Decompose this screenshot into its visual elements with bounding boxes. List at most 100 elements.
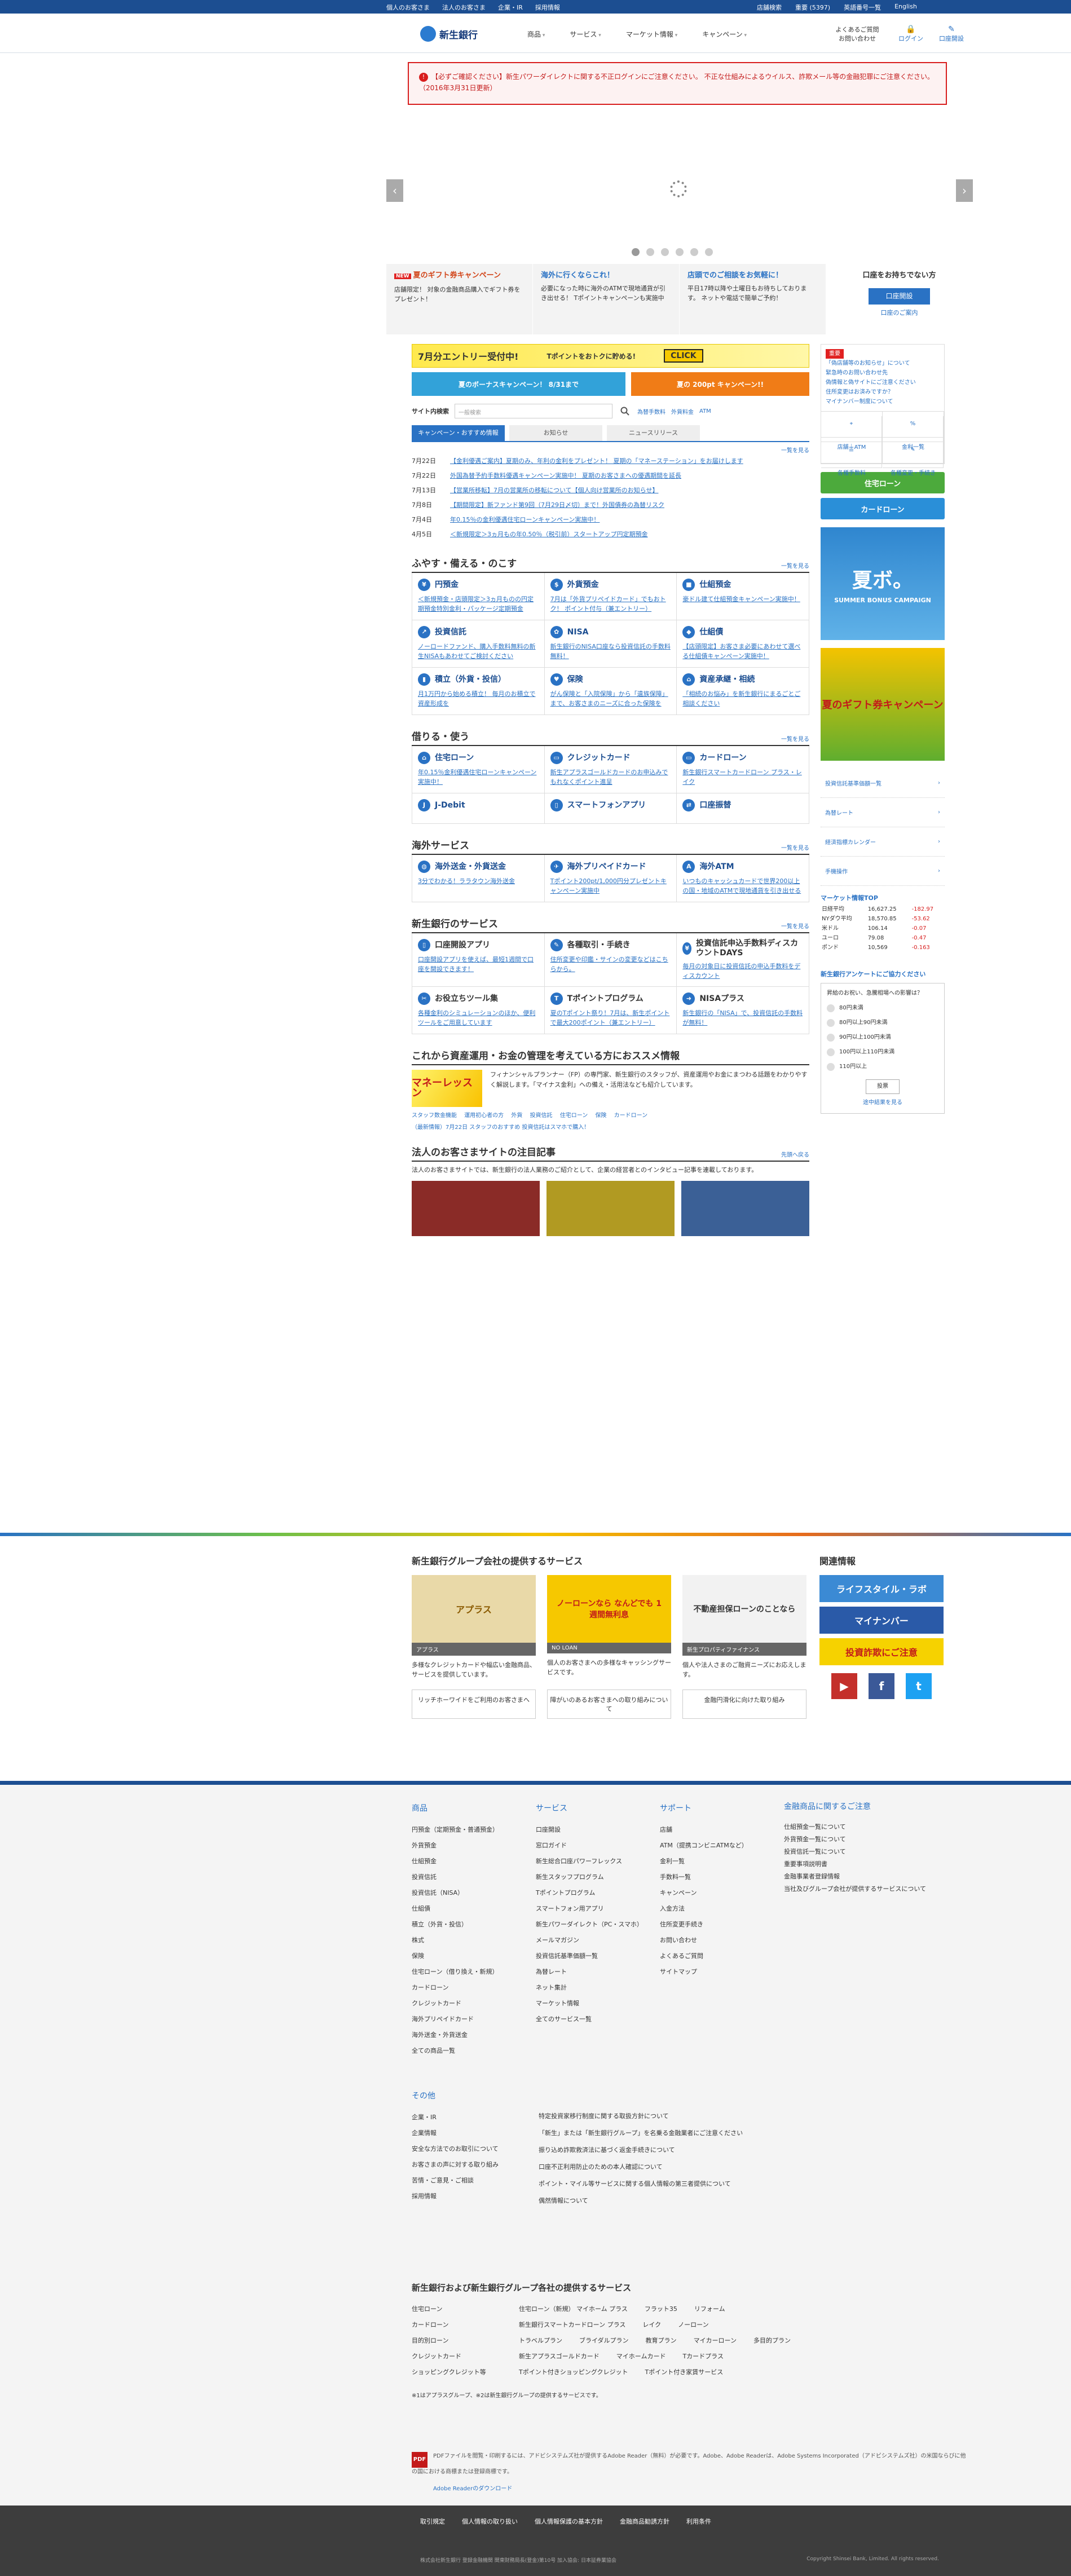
side-link[interactable]: 投資信託基準価額一覧 › [821, 769, 945, 798]
footer-link[interactable]: Tカードプラス [682, 2349, 724, 2365]
footer-link[interactable]: 当社及びグループ会社が提供するサービスについて [784, 1883, 953, 1895]
footer-link[interactable]: フラット35 [645, 2301, 677, 2317]
product-card[interactable]: $ 外貨預金 7月は「外貨プリペイドカード」でもおトク！ ポイント付与（兼エントリー… [544, 573, 677, 620]
recommend-link[interactable]: 外貨 [511, 1113, 522, 1119]
news-item[interactable]: 7月4日 年0.15％の金利優遇住宅ローンキャンペーン実施中！ [412, 513, 809, 527]
summer-point-banner[interactable]: 夏の 200pt キャンペーン!! [631, 372, 809, 396]
fraud-banner[interactable]: 投資詐欺にご注意 [819, 1638, 944, 1665]
carousel-dot[interactable] [690, 248, 698, 256]
footer-link[interactable]: 仕組債 [412, 1901, 536, 1917]
link-ir[interactable]: 企業・IR [498, 3, 523, 12]
footer-link[interactable]: 手数料一覧 [660, 1869, 784, 1885]
side-link[interactable]: 手機操作 › [821, 857, 945, 886]
article-photo[interactable] [681, 1181, 809, 1236]
bottom-link[interactable]: 個人情報保護の基本方針 [535, 2517, 603, 2526]
service-card[interactable]: ▯ 口座開設アプリ 口座開設アプリを使えば、最短1週間で口座を開設できます！ [412, 933, 545, 987]
footer-link[interactable]: クレジットカード [412, 1996, 536, 2012]
footer-link[interactable]: 入金方法 [660, 1901, 784, 1917]
footer-link[interactable]: ブライダルプラン [579, 2333, 629, 2349]
fee-link[interactable]: ☰ 各種手数料 [821, 438, 883, 477]
radio[interactable] [827, 1048, 835, 1056]
promo-gift[interactable]: NEW 夏のギフト券キャンペーン 店舗限定！ 対象の金融商品購入でギフト券をプレゼン… [386, 264, 533, 334]
vote-button[interactable]: 投票 [866, 1079, 900, 1094]
poll-option[interactable]: 110円以上 [827, 1062, 938, 1071]
more-link[interactable]: 一覧を見る [781, 734, 809, 743]
footer-link[interactable]: 外貨預金 [412, 1838, 536, 1854]
more-link[interactable]: 一覧を見る [781, 921, 809, 930]
rate-link[interactable]: % 金利一覧 [883, 412, 944, 451]
search-button[interactable] [618, 404, 632, 418]
carousel-prev-button[interactable]: ‹ [386, 179, 403, 202]
notice-link[interactable]: 緊急時のお問い合わせ先 [826, 368, 940, 378]
back-to-top-link[interactable]: 先頭へ戻る [781, 1150, 809, 1158]
recommend-link[interactable]: 保険 [595, 1113, 606, 1119]
footer-link[interactable]: トラベルプラン [519, 2333, 562, 2349]
footer-link[interactable]: 全てのサービス一覧 [536, 2012, 660, 2027]
news-item[interactable]: 7月13日 【営業所移転】7月の営業所の移転について【個人向け営業所のお知らせ】 [412, 483, 809, 498]
product-card[interactable]: ◆ 仕組債 【店頭限定】お客さま必要にあわせて選べる仕組債キャンペーン実施中！ [677, 620, 809, 668]
footer-link[interactable]: サイトマップ [660, 1964, 784, 1980]
link-number-list[interactable]: 英語番号一覧 [844, 3, 881, 12]
footer-link[interactable]: よくあるご質問 [660, 1948, 784, 1964]
news-item[interactable]: 7月22日 【金利優遇ご案内】夏期のみ、年利の金利をプレゼント！ 夏期の「マネース… [412, 454, 809, 469]
service-card[interactable]: ¥ 投資信託申込手数料ディスカウントDAYS 毎月の対象日に投資信託の申込手数料をデ… [677, 933, 809, 987]
recommend-link[interactable]: スタッフ数金機能 [412, 1113, 457, 1119]
footer-link[interactable]: ノーローン [678, 2317, 708, 2333]
side-link[interactable]: 為替レート › [821, 798, 945, 827]
footer-link[interactable]: 新生パワーダイレクト（PC・スマホ） [536, 1917, 660, 1933]
footer-link[interactable]: お問い合わせ [660, 1933, 784, 1948]
footer-link[interactable]: カードローン [412, 1980, 536, 1996]
bonus-banner[interactable]: 夏のボーナスキャンペーン！ 8/31まで [412, 372, 626, 396]
footer-link[interactable]: リフォーム [694, 2301, 725, 2317]
login-button[interactable]: 🔒 ログイン [898, 25, 923, 43]
procedure-link[interactable]: ✎ 各種変更・手続き [883, 438, 944, 477]
product-card[interactable]: ▭ クレジットカード 新生アプラスゴールドカードのお申込みでもれなくポイント進呈 [544, 746, 677, 793]
poll-option[interactable]: 90円以上100円未満 [827, 1033, 938, 1042]
link-important[interactable]: 重要 (5397) [795, 3, 830, 12]
search-link[interactable]: 為替手数料 [637, 407, 665, 416]
product-card[interactable]: ⌂ 住宅ローン 年0.15％金利優遇住宅ローンキャンペーン実施中！ [412, 746, 545, 793]
service-card[interactable]: T Tポイントプログラム 夏のTポイント祭り！7月は、新生ポイントで最大200ポイン… [544, 987, 677, 1034]
bottom-link[interactable]: 個人情報の取り扱い [462, 2517, 518, 2526]
footer-link[interactable]: 投資信託（NISA） [412, 1885, 536, 1901]
footer-link[interactable]: マイホームカード [616, 2349, 666, 2365]
carousel-dot[interactable] [661, 248, 669, 256]
product-card[interactable]: ◍ 海外送金・外貨送金 3分でわかる！ララタウン海外送金 [412, 855, 545, 902]
footer-link[interactable]: 保険 [412, 1948, 536, 1964]
radio[interactable] [827, 1034, 835, 1042]
bottom-link[interactable]: 金融商品勧誘方針 [620, 2517, 669, 2526]
carousel-next-button[interactable]: › [956, 179, 973, 202]
security-notice[interactable]: ! 【必ずご確認ください】新生パワーダイレクトに関する不正ログインにご注意ください… [408, 62, 947, 105]
footer-link[interactable]: 外貨預金一覧について [784, 1833, 953, 1846]
tab-campaign[interactable]: キャンペーン・おすすめ情報 [412, 425, 505, 441]
footer-link[interactable]: 企業情報 [412, 2125, 499, 2141]
footer-link[interactable]: ATM（提携コンビニATMなど） [660, 1838, 784, 1854]
link-branch[interactable]: 店舗検索 [757, 3, 782, 12]
footer-link[interactable]: 住宅ローン（新規） マイホーム プラス [519, 2301, 628, 2317]
group-link[interactable]: 障がいのあるお客さまへの取り組みについて [547, 1690, 671, 1719]
product-card[interactable]: ▭ カードローン 新生銀行スマートカードローン プラス・レイク [677, 746, 809, 793]
footer-link[interactable]: 海外プリペイドカード [412, 2012, 536, 2027]
footer-link[interactable]: 積立（外貨・投信） [412, 1917, 536, 1933]
promo-consult[interactable]: 店頭でのご相談をお気軽に！ 平日17時以降や土曜日もお待ちしております。 ネットや… [680, 264, 826, 334]
carousel-dot[interactable] [646, 248, 654, 256]
more-link[interactable]: 一覧を見る [412, 445, 809, 454]
poll-result-link[interactable]: 途中結果を見る [827, 1099, 938, 1108]
gift-banner[interactable]: 夏のギフト券キャンペーン [821, 648, 945, 761]
poll-option[interactable]: 100円以上110円未満 [827, 1048, 938, 1057]
footer-link[interactable]: 為替レート [536, 1964, 660, 1980]
radio[interactable] [827, 1019, 835, 1027]
group-card[interactable]: アプラス アプラス 多様なクレジットカードや幅広い金融商品、サービスを提供しています… [412, 1575, 536, 1679]
footer-link[interactable]: 仕組預金 [412, 1854, 536, 1869]
poll-option[interactable]: 80円以上90円未満 [827, 1018, 938, 1027]
nav-market[interactable]: マーケット情報 [626, 29, 677, 39]
product-card[interactable]: ▮ 積立（外貨・投信） 月1万円から始める積立！ 毎月のお積立で資産形成を [412, 668, 545, 715]
notice-link[interactable]: 「偽店舗等のお知らせ」について [826, 359, 940, 368]
recommend-link[interactable]: カードローン [614, 1113, 648, 1119]
footer-link[interactable]: スマートフォン用アプリ [536, 1901, 660, 1917]
site-logo[interactable]: 新生銀行 [420, 26, 478, 42]
footer-link[interactable]: 重要事項説明書 [784, 1858, 953, 1871]
open-account-button[interactable]: ✎ 口座開設 [939, 25, 964, 43]
footer-link[interactable]: 全ての商品一覧 [412, 2043, 536, 2059]
footer-link[interactable]: 金利一覧 [660, 1854, 784, 1869]
